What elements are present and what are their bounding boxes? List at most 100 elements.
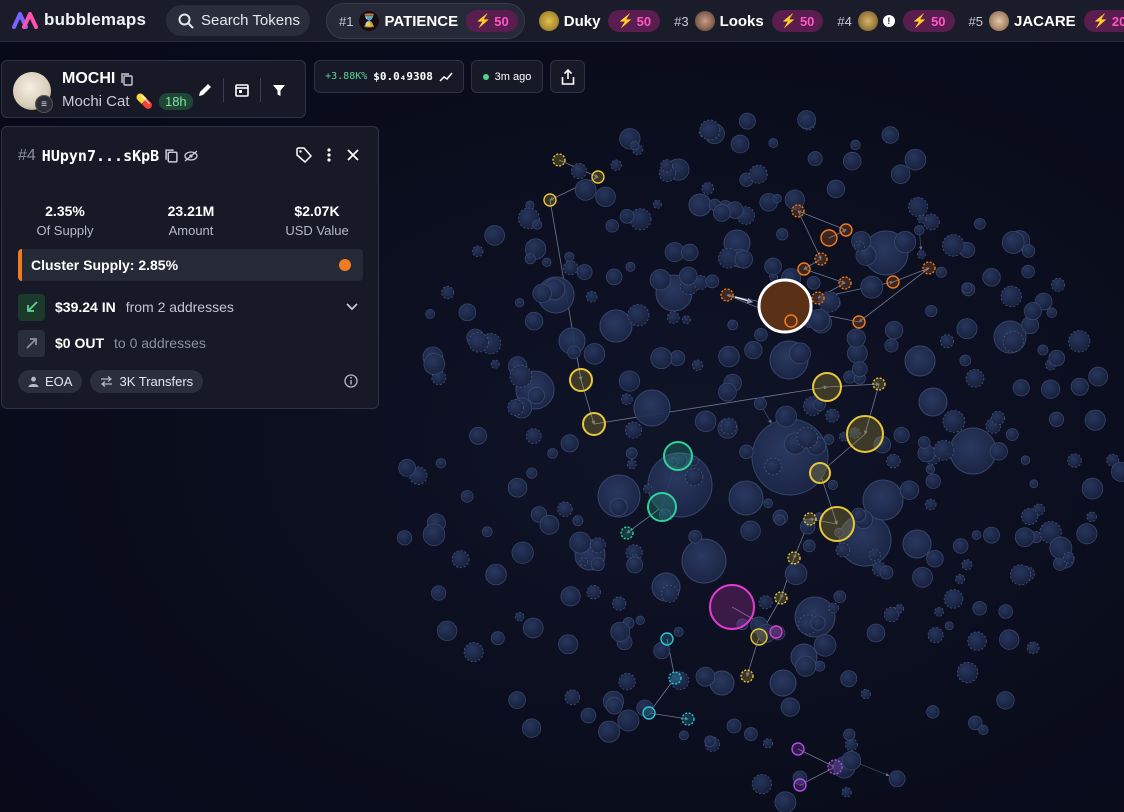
wallet-bubble[interactable]	[625, 447, 638, 460]
wallet-bubble[interactable]	[1048, 349, 1066, 367]
wallet-bubble[interactable]	[762, 738, 773, 749]
cluster-bubble[interactable]	[591, 170, 605, 184]
wallet-bubble[interactable]	[918, 387, 948, 417]
wallet-bubble[interactable]	[720, 417, 738, 435]
wallet-bubble[interactable]	[1046, 307, 1058, 318]
wallet-bubble[interactable]	[730, 134, 750, 154]
wallet-bubble[interactable]	[740, 520, 761, 541]
wallet-bubble[interactable]	[610, 621, 631, 642]
wallet-bubble[interactable]	[626, 459, 637, 470]
wallet-bubble[interactable]	[678, 266, 698, 286]
wallet-bubble[interactable]	[524, 253, 536, 265]
wallet-bubble[interactable]	[522, 718, 542, 738]
wallet-bubble[interactable]	[895, 604, 905, 614]
wallet-bubble[interactable]	[572, 515, 584, 527]
wallet-bubble[interactable]	[626, 556, 644, 574]
wallet-bubble[interactable]	[764, 257, 782, 276]
wallet-bubble[interactable]	[705, 274, 720, 289]
wallet-bubble[interactable]	[879, 565, 894, 580]
wallet-bubble[interactable]	[431, 585, 447, 601]
wallet-bubble[interactable]	[902, 529, 932, 559]
tag-eoa[interactable]: EOA	[18, 370, 83, 393]
wallet-bubble[interactable]	[574, 179, 597, 201]
wallet-bubble[interactable]	[967, 631, 987, 651]
wallet-bubble[interactable]	[917, 214, 927, 224]
wallet-bubble[interactable]	[1021, 264, 1035, 279]
wallet-bubble[interactable]	[630, 140, 640, 150]
cluster-bubble[interactable]	[846, 415, 884, 453]
cluster-bubble[interactable]	[774, 591, 788, 605]
wallet-bubble[interactable]	[1012, 379, 1030, 397]
cluster-bubble[interactable]	[647, 492, 677, 522]
wallet-bubble[interactable]	[961, 559, 973, 571]
cluster-bubble[interactable]	[787, 551, 801, 565]
wallet-bubble[interactable]	[471, 245, 484, 258]
wallet-bubble[interactable]	[678, 730, 689, 741]
wallet-bubble[interactable]	[571, 162, 588, 179]
last-updated-button[interactable]: 3m ago	[471, 60, 543, 93]
wallet-bubble[interactable]	[527, 387, 545, 405]
wallet-bubble[interactable]	[774, 791, 797, 812]
wallet-bubble[interactable]	[774, 514, 786, 526]
wallet-bubble[interactable]	[868, 549, 881, 562]
wallet-bubble[interactable]	[826, 179, 846, 199]
wallet-bubble[interactable]	[463, 642, 484, 663]
wallet-bubble[interactable]	[807, 151, 823, 167]
wallet-bubble[interactable]	[398, 458, 417, 477]
wallet-bubble[interactable]	[1001, 230, 1025, 254]
wallet-bubble[interactable]	[1023, 302, 1042, 321]
boost-badge[interactable]: ⚡ 50	[608, 10, 661, 32]
wallet-bubble[interactable]	[485, 563, 507, 586]
wallet-bubble[interactable]	[507, 477, 528, 498]
cluster-bubble[interactable]	[663, 441, 693, 471]
tag-icon[interactable]	[296, 147, 312, 163]
wallet-bubble[interactable]	[956, 318, 978, 340]
wallet-bubble[interactable]	[681, 243, 699, 262]
wallet-bubble[interactable]	[1002, 331, 1024, 353]
wallet-bubble[interactable]	[952, 538, 969, 554]
wallet-bubble[interactable]	[557, 501, 573, 517]
wallet-bubble[interactable]	[585, 290, 598, 303]
cluster-bubble[interactable]	[793, 778, 807, 792]
cluster-bubble[interactable]	[886, 275, 900, 289]
cluster-bubble[interactable]	[642, 706, 656, 720]
tag-transfers[interactable]: 3K Transfers	[90, 370, 204, 393]
wallet-bubble[interactable]	[974, 217, 986, 230]
wallet-bubble[interactable]	[934, 606, 945, 617]
wallet-bubble[interactable]	[835, 542, 851, 558]
wallet-bubble[interactable]	[605, 268, 623, 286]
wallet-bubble[interactable]	[823, 434, 835, 445]
logo[interactable]: bubblemaps	[12, 10, 146, 30]
copy-icon[interactable]	[121, 72, 134, 86]
wallet-bubble[interactable]	[580, 707, 597, 724]
wallet-bubble[interactable]	[944, 621, 954, 631]
copy-icon[interactable]	[165, 149, 178, 163]
wallet-bubble[interactable]	[841, 787, 852, 798]
wallet-bubble[interactable]	[961, 282, 973, 294]
wallet-bubble[interactable]	[772, 193, 782, 204]
cluster-bubble[interactable]	[750, 628, 768, 646]
wallet-bubble[interactable]	[1086, 511, 1097, 522]
wallet-bubble[interactable]	[956, 661, 979, 684]
wallet-bubble[interactable]	[524, 311, 544, 331]
wallet-bubble[interactable]	[458, 303, 477, 322]
wallet-bubble[interactable]	[853, 240, 865, 252]
cluster-bubble[interactable]	[668, 671, 682, 685]
wallet-bubble[interactable]	[542, 257, 552, 267]
wallet-bubble[interactable]	[564, 251, 575, 262]
wallet-bubble[interactable]	[908, 196, 929, 217]
wallet-bubble[interactable]	[624, 421, 642, 439]
wallet-bubble[interactable]	[564, 689, 581, 706]
wallet-bubble[interactable]	[780, 697, 800, 717]
wallet-bubble[interactable]	[851, 361, 868, 378]
wallet-bubble[interactable]	[547, 448, 558, 459]
wallet-bubble[interactable]	[795, 655, 817, 677]
wallet-bubble[interactable]	[828, 602, 839, 614]
wallet-bubble[interactable]	[691, 359, 704, 371]
wallet-bubble[interactable]	[738, 112, 756, 130]
wallet-bubble[interactable]	[609, 497, 628, 516]
wallet-bubble[interactable]	[718, 382, 737, 402]
wallet-bubble[interactable]	[425, 309, 436, 319]
wallet-bubble[interactable]	[935, 266, 947, 278]
wallet-bubble[interactable]	[688, 193, 712, 217]
